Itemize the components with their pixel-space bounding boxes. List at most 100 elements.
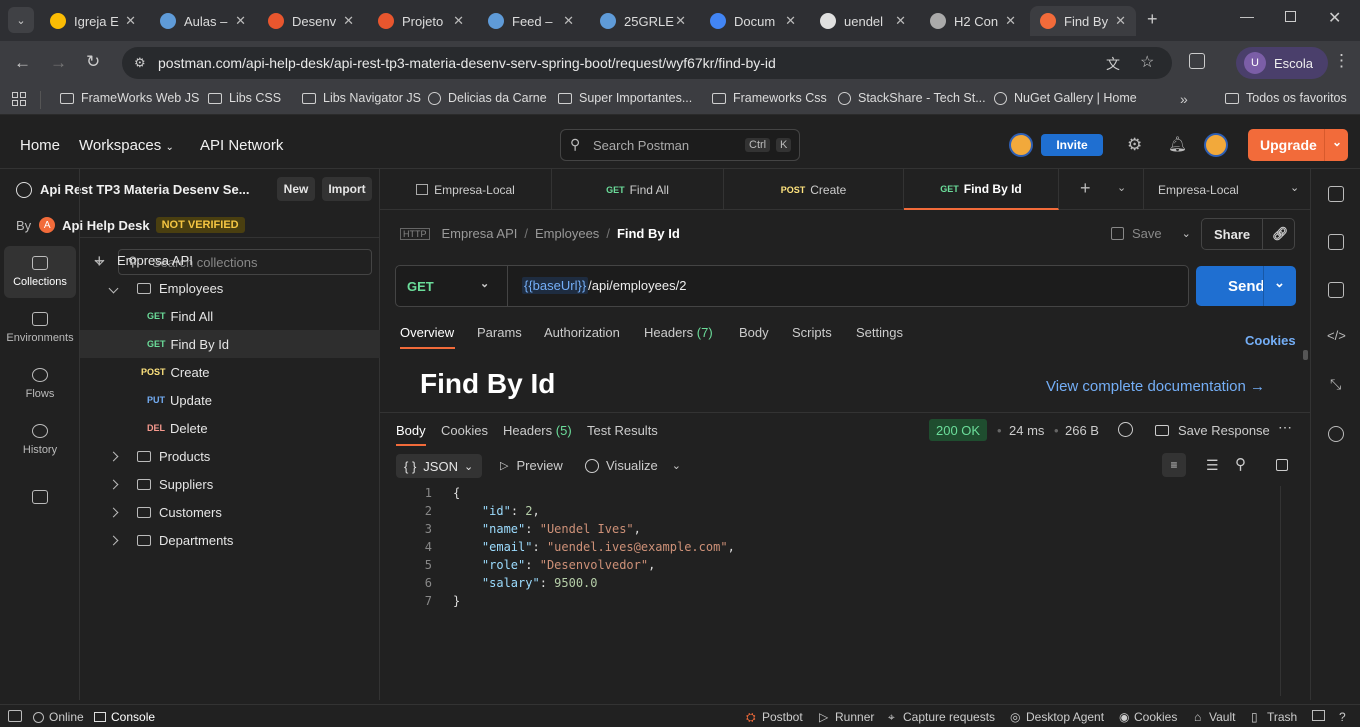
- import-button[interactable]: Import: [322, 177, 372, 201]
- trash-button[interactable]: Trash: [1267, 710, 1297, 724]
- site-info-icon[interactable]: ⚙: [134, 55, 146, 71]
- request-item[interactable]: POST Create: [80, 358, 380, 386]
- upgrade-chevron-icon[interactable]: ⌄: [1332, 135, 1342, 149]
- chevron-down-icon[interactable]: [94, 255, 105, 265]
- close-window-icon[interactable]: ✕: [1328, 8, 1341, 28]
- console-button[interactable]: Console: [94, 710, 155, 724]
- response-tab-body[interactable]: Body: [396, 423, 426, 438]
- rail-configure[interactable]: [4, 474, 76, 526]
- browser-tab[interactable]: Projeto ✕: [368, 6, 474, 36]
- chevron-right-icon[interactable]: [108, 535, 119, 545]
- wrap-lines-icon[interactable]: ≡: [1162, 453, 1186, 477]
- tab-environment-local[interactable]: Empresa-Local: [380, 169, 552, 210]
- close-tab-icon[interactable]: ✕: [1005, 13, 1016, 29]
- minimize-icon[interactable]: —: [1240, 8, 1254, 24]
- response-time[interactable]: 24 ms: [1009, 423, 1044, 438]
- comments-icon[interactable]: [1328, 282, 1344, 298]
- nav-workspaces[interactable]: Workspaces ⌄: [79, 137, 174, 154]
- save-response-button[interactable]: Save Response: [1155, 423, 1270, 438]
- url-input[interactable]: ⚙ postman.com/api-help-desk/api-rest-tp3…: [122, 47, 1172, 79]
- tab-authorization[interactable]: Authorization: [544, 325, 620, 340]
- collection-item[interactable]: Empresa API: [80, 246, 380, 274]
- rail-flows[interactable]: Flows: [4, 358, 76, 410]
- tab-settings[interactable]: Settings: [856, 325, 903, 340]
- folder-item[interactable]: Employees: [80, 274, 380, 302]
- response-tab-cookies[interactable]: Cookies: [441, 423, 488, 438]
- browser-tab[interactable]: Docum ✕: [700, 6, 806, 36]
- status-badge[interactable]: 200 OK: [929, 419, 988, 441]
- close-tab-icon[interactable]: ✕: [453, 13, 464, 29]
- tab-create[interactable]: POST Create: [724, 169, 904, 210]
- back-icon[interactable]: ←: [14, 53, 31, 73]
- url-input[interactable]: {{baseUrl}} /api/employees/2: [522, 277, 686, 294]
- new-tab-icon[interactable]: +: [1147, 9, 1158, 30]
- forward-icon[interactable]: →: [50, 53, 67, 73]
- related-collections-icon[interactable]: ⤡: [1330, 376, 1341, 393]
- chevron-right-icon[interactable]: [108, 507, 119, 517]
- bookmark-item[interactable]: Frameworks Css: [712, 91, 827, 105]
- profile-button[interactable]: U Escola: [1236, 47, 1328, 79]
- chevron-right-icon[interactable]: [108, 479, 119, 489]
- rail-collections[interactable]: Collections: [4, 246, 76, 298]
- close-tab-icon[interactable]: ✕: [895, 13, 906, 29]
- capture-requests-button[interactable]: Capture requests: [903, 710, 995, 724]
- format-select[interactable]: { } JSON ⌄: [396, 454, 482, 478]
- bookmark-item[interactable]: NuGet Gallery | Home: [994, 91, 1137, 105]
- share-button[interactable]: Share 🔗︎: [1201, 218, 1295, 250]
- notifications-bell-icon[interactable]: 🔔︎: [1168, 135, 1187, 153]
- copy-icon[interactable]: [1276, 459, 1288, 471]
- info-icon[interactable]: [1328, 426, 1344, 442]
- bookmark-star-icon[interactable]: ☆: [1140, 52, 1154, 72]
- more-options-icon[interactable]: ⋯: [1278, 419, 1292, 436]
- more-bookmarks-icon[interactable]: »: [1180, 91, 1188, 107]
- new-request-tab-icon[interactable]: +: [1080, 178, 1091, 199]
- tab-search-icon[interactable]: ⌄: [8, 7, 34, 33]
- code-snippet-icon[interactable]: </>: [1327, 328, 1346, 343]
- upgrade-button[interactable]: Upgrade ⌄: [1248, 129, 1348, 161]
- browser-tab[interactable]: Aulas – ✕: [150, 6, 256, 36]
- code-scrollbar-track[interactable]: [1280, 486, 1281, 696]
- settings-gear-icon[interactable]: ⚙: [1127, 135, 1142, 155]
- extensions-icon[interactable]: [1189, 53, 1205, 69]
- request-item[interactable]: DEL Delete: [80, 414, 380, 442]
- tab-scripts[interactable]: Scripts: [792, 325, 832, 340]
- runner-button[interactable]: Runner: [835, 710, 874, 724]
- chevron-right-icon[interactable]: [108, 451, 119, 461]
- team-avatar[interactable]: [1009, 133, 1033, 157]
- bookmark-item[interactable]: Libs Navigator JS: [302, 91, 421, 105]
- vault-button[interactable]: Vault: [1209, 710, 1235, 724]
- search-postman-input[interactable]: ⚲ Search Postman Ctrl K: [560, 129, 800, 161]
- document-icon[interactable]: [1328, 234, 1344, 250]
- tab-headers[interactable]: Headers (7): [644, 325, 713, 340]
- environment-selector[interactable]: Empresa-Local ⌄: [1143, 169, 1310, 210]
- documentation-icon[interactable]: [1328, 186, 1344, 202]
- response-size[interactable]: 266 B: [1065, 423, 1099, 438]
- toggle-sidebar-icon[interactable]: [8, 710, 22, 722]
- invite-button[interactable]: Invite: [1041, 134, 1103, 156]
- online-status[interactable]: Online: [33, 710, 84, 724]
- request-item[interactable]: GET Find All: [80, 302, 380, 330]
- apps-grid-icon[interactable]: [12, 92, 26, 106]
- close-tab-icon[interactable]: ✕: [785, 13, 796, 29]
- browser-tab[interactable]: Find By ✕: [1030, 6, 1136, 36]
- tab-find-by-id[interactable]: GET Find By Id: [904, 169, 1059, 210]
- request-item[interactable]: GET Find By Id: [80, 330, 380, 358]
- browser-tab[interactable]: Feed – ✕: [478, 6, 584, 36]
- tab-find-all[interactable]: GET Find All: [552, 169, 724, 210]
- tabs-overflow-chevron-icon[interactable]: ⌄: [1117, 181, 1126, 194]
- chevron-down-icon[interactable]: ⌄: [672, 459, 681, 472]
- close-tab-icon[interactable]: ✕: [1115, 13, 1126, 29]
- folder-item[interactable]: Departments: [80, 526, 380, 554]
- visualize-button[interactable]: Visualize ⌄: [585, 458, 681, 473]
- nav-home[interactable]: Home: [20, 137, 60, 154]
- user-avatar[interactable]: [1204, 133, 1228, 157]
- bookmark-item[interactable]: Delicias da Carne: [428, 91, 547, 105]
- preview-button[interactable]: ▷ Preview: [500, 458, 563, 473]
- close-tab-icon[interactable]: ✕: [675, 13, 686, 29]
- filter-icon[interactable]: ☰: [1206, 457, 1219, 474]
- help-icon[interactable]: ?: [1339, 710, 1346, 724]
- browser-menu-icon[interactable]: ⋮: [1333, 51, 1350, 71]
- response-tab-test-results[interactable]: Test Results: [587, 423, 658, 438]
- browser-tab[interactable]: Desenv ✕: [258, 6, 364, 36]
- close-tab-icon[interactable]: ✕: [563, 13, 574, 29]
